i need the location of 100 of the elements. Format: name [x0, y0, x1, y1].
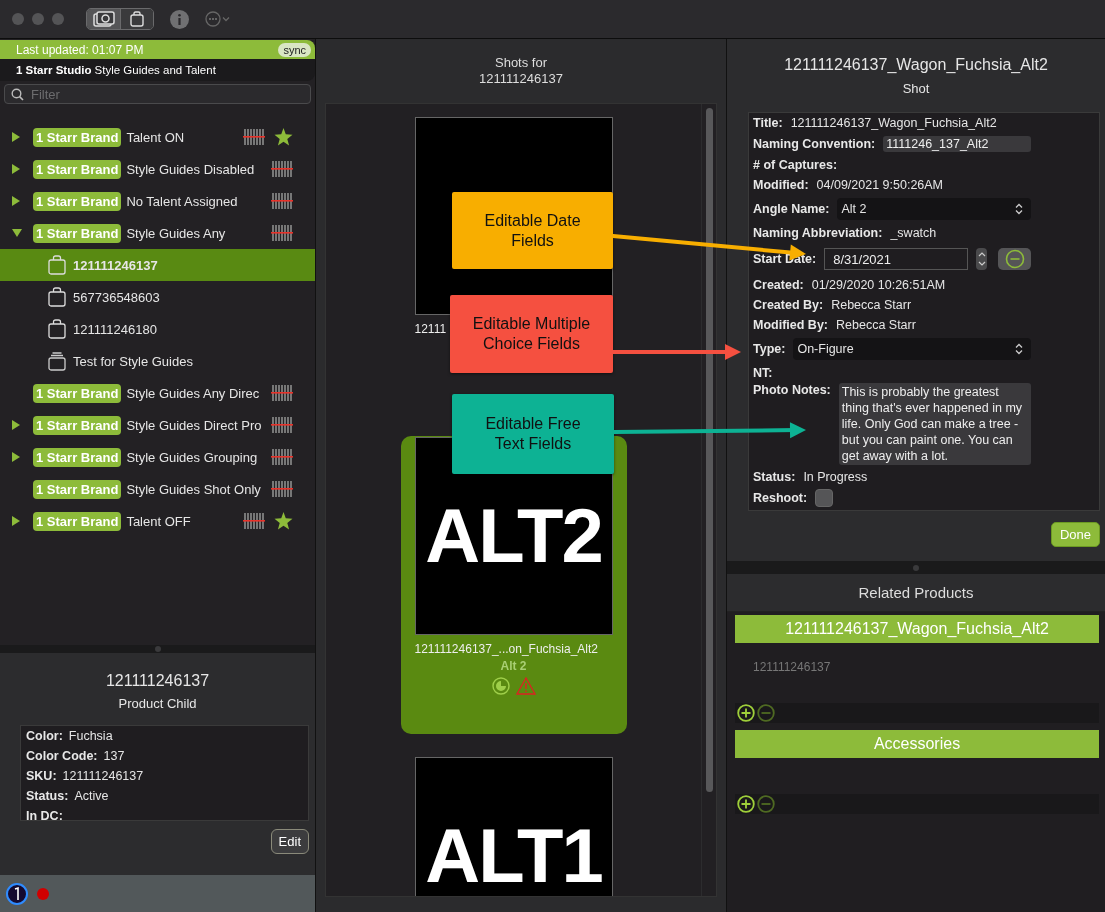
field-label: Naming Convention:	[753, 137, 876, 151]
more-options-icon[interactable]	[205, 11, 231, 27]
tree-item[interactable]: 1 Starr Brand Style Guides Any	[0, 217, 315, 249]
shots-subtitle: 121111246137	[479, 71, 563, 87]
filter-field[interactable]: Filter	[4, 84, 311, 104]
chevron-icon	[1015, 343, 1023, 355]
item-label: 121111246137	[73, 257, 158, 273]
tree-item[interactable]: 121111246180	[0, 313, 315, 345]
field-value: Active	[74, 789, 109, 803]
stack-icon	[48, 351, 66, 371]
input-field[interactable]: 1111246_137_Alt2	[883, 136, 1031, 152]
field-label: Status:	[26, 789, 69, 803]
barcode-icon	[271, 481, 293, 497]
field-label: Status:	[753, 470, 796, 484]
field-value: 137	[103, 749, 125, 763]
barcode-icon	[271, 225, 293, 241]
barcode-icon	[271, 449, 293, 465]
item-label: Talent ON	[126, 129, 186, 145]
splitter-handle[interactable]	[154, 646, 161, 652]
notes-field[interactable]: This is probably the greatest thing that's ever happened in my life. Only God can make a tree - but you can paint one. You can get away with a lot.	[838, 383, 1031, 465]
item-label: Style Guides Shot Only	[126, 481, 262, 497]
view-segment[interactable]	[120, 9, 153, 29]
product-title: 121111246137	[105, 672, 210, 690]
sync-button[interactable]: sync	[278, 42, 311, 57]
disclosure-triangle-icon[interactable]	[12, 420, 20, 430]
bag-icon	[130, 11, 144, 27]
tree-item[interactable]: 1 Starr Brand Style Guides Disabled	[0, 153, 315, 185]
group-header: 121111246137_Wagon_Fuchsia_Alt2	[735, 615, 1099, 643]
last-updated-text: Last updated: 01:07 PM	[16, 42, 144, 57]
tree-item[interactable]: 1 Starr Brand No Talent Assigned	[0, 185, 315, 217]
dropdown[interactable]: On-Figure	[793, 338, 1031, 360]
disclosure-triangle-icon[interactable]	[12, 196, 20, 206]
field-label: Angle Name:	[753, 202, 830, 216]
edit-button[interactable]: Edit	[270, 829, 309, 854]
field-label: Created:	[753, 278, 804, 292]
tree-item[interactable]: 567736548603	[0, 281, 315, 313]
disclosure-triangle-icon[interactable]	[12, 164, 20, 174]
field-label: Naming Abbreviation:	[753, 226, 883, 240]
barcode-icon	[271, 385, 293, 401]
camera-icon	[92, 11, 115, 27]
clear-date-button[interactable]	[998, 248, 1031, 270]
studio-title: 1 Starr Studio Style Guides and Talent	[0, 59, 315, 81]
dropdown[interactable]: Alt 2	[837, 198, 1031, 220]
callout-tooltip: Editable Date Fields	[452, 192, 613, 269]
info-icon[interactable]	[170, 9, 189, 29]
disclosure-triangle-icon[interactable]	[12, 452, 20, 462]
brand-tag: 1 Starr Brand	[33, 159, 122, 179]
barcode-icon	[271, 161, 293, 177]
view-segment[interactable]	[87, 9, 120, 29]
field-value: 04/09/2021 9:50:26AM	[816, 178, 944, 192]
shots-title: Shots for	[495, 55, 547, 71]
item-label: Style Guides Any Direc	[126, 385, 261, 401]
item-label: Style Guides Disabled	[126, 161, 256, 177]
tree-item[interactable]: 1 Starr Brand Style Guides Grouping	[0, 441, 315, 473]
item-label: No Talent Assigned	[126, 193, 239, 209]
tree-item[interactable]: Test for Style Guides	[0, 345, 315, 377]
item-label: 567736548603	[73, 289, 160, 305]
field-label: NT:	[753, 366, 773, 380]
group-header: Accessories	[735, 730, 1099, 758]
field-value: In Progress	[803, 470, 868, 484]
brand-tag: 1 Starr Brand	[33, 383, 122, 403]
progress-icon	[491, 677, 510, 695]
brand-tag: 1 Starr Brand	[33, 191, 122, 211]
bag-icon	[48, 287, 66, 307]
item-label: 121111246180	[73, 321, 157, 337]
field-label: Modified By:	[753, 318, 828, 332]
checkbox[interactable]	[815, 489, 834, 507]
add-icon[interactable]	[737, 704, 755, 722]
item-label: Style Guides Grouping	[126, 449, 259, 465]
disclosure-triangle-icon[interactable]	[12, 229, 22, 237]
field-label: Color:	[26, 729, 63, 743]
splitter-handle[interactable]	[913, 564, 919, 571]
tree-item[interactable]: 1 Starr Brand Talent ON	[0, 121, 315, 153]
bag-icon	[48, 255, 66, 275]
tree-item[interactable]: 1 Starr Brand Style Guides Any Direc	[0, 377, 315, 409]
tree-item[interactable]: 1 Starr Brand Style Guides Shot Only	[0, 473, 315, 505]
tree-item[interactable]: 1 Starr Brand Talent OFF	[0, 505, 315, 537]
add-icon[interactable]	[737, 795, 755, 813]
field-label: Created By:	[753, 298, 824, 312]
disclosure-triangle-icon[interactable]	[12, 132, 20, 142]
field-value: Rebecca Starr	[831, 298, 912, 312]
callout-tooltip: Editable Free Text Fields	[452, 394, 614, 474]
item-label: Talent OFF	[126, 513, 192, 529]
barcode-icon	[271, 193, 293, 209]
field-label: # of Captures:	[753, 158, 838, 172]
date-stepper[interactable]	[976, 248, 988, 270]
shot-card[interactable]: ALT1	[400, 756, 627, 896]
date-field[interactable]: 8/31/2021	[824, 248, 969, 270]
shot-subtitle: Shot	[902, 81, 930, 96]
scrollbar-thumb[interactable]	[705, 108, 713, 792]
disclosure-triangle-icon[interactable]	[12, 516, 20, 526]
barcode-icon	[271, 417, 293, 433]
related-item[interactable]: 121111246137	[735, 655, 1099, 679]
field-value: 121111246137	[62, 769, 144, 783]
shot-title: 121111246137_Wagon_Fuchsia_Alt2	[784, 56, 1048, 74]
brand-tag: 1 Starr Brand	[33, 511, 122, 531]
thumbnail-text: ALT2	[425, 498, 602, 574]
tree-item[interactable]: 1 Starr Brand Style Guides Direct Pro	[0, 409, 315, 441]
shot-caption: 12111	[414, 322, 447, 336]
field-value: 121111246137_Wagon_Fuchsia_Alt2	[790, 116, 997, 130]
